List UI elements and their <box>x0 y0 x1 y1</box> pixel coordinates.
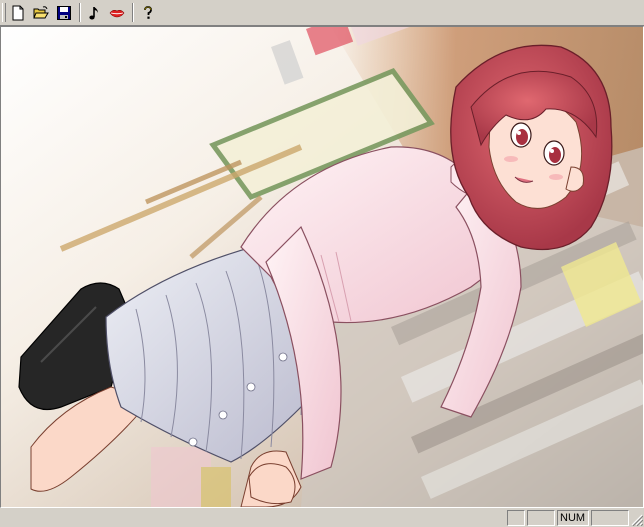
status-bar: NUM <box>0 508 644 527</box>
status-pane-1 <box>507 510 525 526</box>
character-illustration <box>1 27 643 507</box>
open-folder-icon <box>33 5 49 18</box>
save-icon <box>57 5 71 20</box>
new-file-icon <box>12 5 24 20</box>
new-button[interactable] <box>7 2 29 23</box>
open-button[interactable] <box>30 2 52 23</box>
help-button[interactable] <box>137 2 159 23</box>
status-pane-4 <box>591 510 629 526</box>
lips-icon <box>109 9 125 17</box>
voice-button[interactable] <box>106 2 128 23</box>
music-button[interactable] <box>84 2 106 23</box>
toolbar-separator <box>132 3 134 22</box>
status-pane-2 <box>527 510 555 526</box>
image-viewport[interactable] <box>0 26 644 508</box>
num-lock-indicator: NUM <box>557 510 589 526</box>
toolbar <box>0 0 644 26</box>
help-icon <box>144 5 152 19</box>
toolbar-separator <box>79 3 81 22</box>
music-note-icon <box>89 6 98 19</box>
toolbar-grip[interactable] <box>2 3 6 22</box>
save-button[interactable] <box>53 2 75 23</box>
resize-grip-icon[interactable] <box>631 514 643 526</box>
